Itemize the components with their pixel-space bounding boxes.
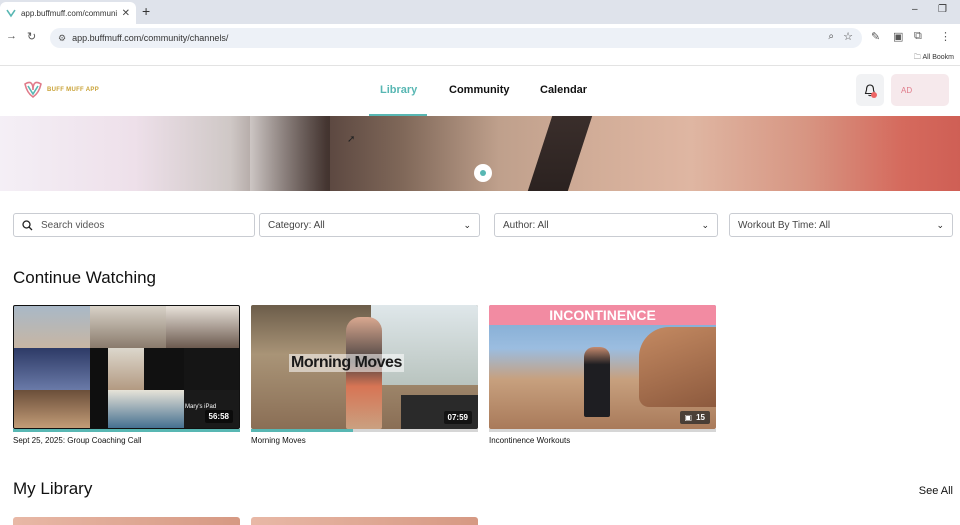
category-select-value: Category: All bbox=[268, 219, 325, 231]
puzzle-icon[interactable]: ⧉ bbox=[914, 30, 922, 43]
chevron-down-icon: ⌄ bbox=[463, 219, 471, 230]
bookmarks-bar: 🗀 All Bookm bbox=[0, 52, 960, 66]
video-card[interactable]: Morning Moves 07:59 Morning Moves bbox=[251, 305, 478, 445]
video-duration: 56:58 bbox=[204, 410, 233, 423]
filter-bar: Category: All ⌄ Author: All ⌄ Workout By… bbox=[13, 213, 953, 237]
folder-icon: 🗀 bbox=[913, 54, 921, 61]
continue-watching-title: Continue Watching bbox=[13, 268, 157, 287]
video-thumbnail[interactable]: INCONTINENCE ▣ 15 bbox=[489, 305, 716, 429]
site-info-icon[interactable]: ⚙ bbox=[58, 33, 66, 44]
url-text: app.buffmuff.com/community/channels/ bbox=[72, 33, 229, 43]
video-count: 15 bbox=[696, 413, 705, 422]
all-bookmarks-label: All Bookm bbox=[922, 54, 954, 61]
thumbnail-banner: INCONTINENCE bbox=[489, 305, 716, 325]
hero-image-shade bbox=[250, 116, 330, 191]
video-duration: 07:59 bbox=[443, 411, 472, 424]
minimize-icon[interactable]: – bbox=[912, 4, 918, 15]
notification-badge bbox=[871, 92, 877, 98]
hero-image-hair bbox=[527, 116, 593, 191]
chevron-down-icon: ⌄ bbox=[701, 219, 709, 230]
zoom-tile bbox=[108, 348, 144, 390]
zoom-tile bbox=[184, 348, 239, 390]
search-input[interactable] bbox=[41, 219, 241, 231]
video-thumbnail[interactable]: Mary's iPad 56:58 bbox=[13, 305, 240, 429]
hero-banner: ➚ bbox=[0, 116, 960, 191]
zoom-tile bbox=[144, 348, 184, 390]
watch-progress-fill bbox=[13, 429, 240, 432]
menu-icon[interactable]: ⋮ bbox=[940, 30, 951, 43]
workout-time-select-value: Workout By Time: All bbox=[738, 219, 831, 231]
favicon-icon bbox=[6, 9, 16, 18]
nav-community[interactable]: Community bbox=[449, 84, 510, 96]
library-card[interactable] bbox=[251, 517, 478, 525]
video-title[interactable]: Incontinence Workouts bbox=[489, 436, 716, 445]
thumbnail-rock bbox=[639, 327, 716, 407]
mouse-cursor-icon: ➚ bbox=[347, 134, 356, 145]
pen-icon[interactable]: ✎ bbox=[871, 30, 880, 43]
video-count-badge: ▣ 15 bbox=[679, 411, 710, 424]
video-card[interactable]: INCONTINENCE ▣ 15 Incontinence Workouts bbox=[489, 305, 716, 445]
library-card[interactable] bbox=[13, 517, 240, 525]
see-all-link[interactable]: See All bbox=[919, 485, 953, 497]
browser-toolbar: → ↻ ⚙ app.buffmuff.com/community/channel… bbox=[0, 24, 960, 52]
logo-mark-icon bbox=[24, 81, 42, 98]
close-icon[interactable]: ✕ bbox=[122, 8, 130, 19]
nav-calendar[interactable]: Calendar bbox=[540, 84, 587, 96]
zoom-icon[interactable]: ⌕ bbox=[828, 31, 834, 42]
thumbnail-window bbox=[371, 305, 478, 385]
thumbnail-person bbox=[584, 347, 610, 417]
video-title[interactable]: Sept 25, 2025: Group Coaching Call bbox=[13, 436, 240, 445]
author-select[interactable]: Author: All ⌄ bbox=[494, 213, 718, 237]
bookmark-star-icon[interactable]: ☆ bbox=[843, 30, 853, 43]
nav-library[interactable]: Library bbox=[380, 84, 417, 96]
zoom-tile bbox=[166, 306, 239, 348]
zoom-tile bbox=[14, 390, 90, 428]
stack-icon: ▣ bbox=[684, 413, 693, 422]
extension-icon[interactable]: ▣ bbox=[893, 30, 903, 43]
logo-text: BUFF MUFF APP bbox=[47, 87, 100, 93]
search-icon bbox=[22, 219, 33, 230]
search-box[interactable] bbox=[13, 213, 255, 237]
zoom-tile bbox=[90, 390, 108, 428]
video-title[interactable]: Morning Moves bbox=[251, 436, 478, 445]
notifications-button[interactable] bbox=[856, 74, 884, 106]
browser-tab[interactable]: app.buffmuff.com/community/ch ✕ bbox=[0, 2, 136, 24]
zoom-tile bbox=[90, 348, 108, 390]
chevron-down-icon: ⌄ bbox=[936, 219, 944, 230]
forward-icon[interactable]: → bbox=[6, 30, 17, 42]
watch-progress-bar bbox=[251, 429, 478, 432]
restore-icon[interactable]: ❐ bbox=[938, 4, 947, 15]
all-bookmarks-button[interactable]: 🗀 All Bookm bbox=[914, 53, 954, 64]
watch-progress-fill bbox=[251, 429, 354, 432]
video-thumbnail[interactable]: Morning Moves 07:59 bbox=[251, 305, 478, 429]
zoom-tile bbox=[14, 348, 90, 390]
address-bar[interactable]: ⚙ app.buffmuff.com/community/channels/ ⌕… bbox=[50, 28, 862, 48]
new-tab-icon[interactable]: + bbox=[142, 3, 150, 19]
reload-icon[interactable]: ↻ bbox=[27, 30, 36, 43]
carousel-dot[interactable] bbox=[474, 164, 492, 182]
workout-time-select[interactable]: Workout By Time: All ⌄ bbox=[729, 213, 953, 237]
watch-progress-bar bbox=[489, 429, 716, 432]
author-select-value: Author: All bbox=[503, 219, 549, 231]
zoom-tile bbox=[108, 390, 184, 428]
browser-tab-bar: app.buffmuff.com/community/ch ✕ + – ❐ bbox=[0, 0, 960, 24]
logo[interactable]: BUFF MUFF APP bbox=[22, 81, 99, 99]
thumbnail-person bbox=[346, 317, 382, 429]
avatar[interactable]: AD bbox=[891, 74, 949, 106]
thumbnail-overlay-text: Morning Moves bbox=[289, 354, 404, 372]
avatar-initials: AD bbox=[901, 85, 913, 95]
category-select[interactable]: Category: All ⌄ bbox=[259, 213, 480, 237]
zoom-tile bbox=[90, 306, 166, 348]
tab-title: app.buffmuff.com/community/ch bbox=[20, 8, 117, 18]
watch-progress-bar bbox=[13, 429, 240, 432]
video-card[interactable]: Mary's iPad 56:58 Sept 25, 2025: Group C… bbox=[13, 305, 240, 445]
zoom-tile bbox=[14, 306, 90, 348]
app-header: BUFF MUFF APP Library Community Calendar… bbox=[0, 66, 960, 116]
carousel-dot-active bbox=[480, 170, 486, 176]
my-library-title: My Library bbox=[13, 479, 93, 498]
